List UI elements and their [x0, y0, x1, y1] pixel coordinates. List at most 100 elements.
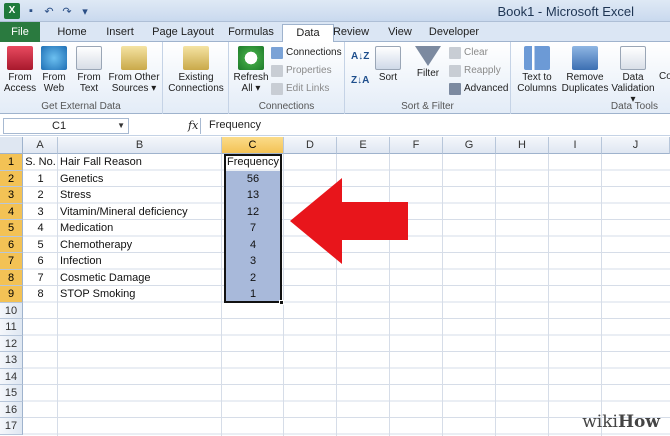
filter-button[interactable]: Filter [413, 46, 443, 79]
column-header-f[interactable]: F [390, 137, 443, 154]
row-header-16[interactable]: 16 [0, 401, 23, 418]
cell-b6[interactable]: Chemotherapy [60, 237, 220, 254]
cell-a1[interactable]: S. No. [25, 154, 56, 171]
tab-data[interactable]: Data [282, 24, 334, 43]
edit-links-button[interactable]: Edit Links [271, 82, 329, 96]
cell-a8[interactable]: 7 [25, 270, 56, 287]
text-to-columns-icon [524, 46, 550, 70]
advanced-button[interactable]: Advanced [449, 82, 508, 96]
row-header-11[interactable]: 11 [0, 319, 23, 336]
cell-a6[interactable]: 5 [25, 237, 56, 254]
tab-review[interactable]: Review [328, 24, 374, 42]
row-header-15[interactable]: 15 [0, 385, 23, 402]
column-header-j[interactable]: J [602, 137, 670, 154]
connections-button[interactable]: Connections [271, 46, 342, 60]
tab-view[interactable]: View [380, 24, 420, 42]
row-header-1[interactable]: 1 [0, 154, 23, 171]
column-header-b[interactable]: B [58, 137, 222, 154]
refresh-icon [238, 46, 264, 70]
cell-a5[interactable]: 4 [25, 220, 56, 237]
column-gridline [283, 154, 284, 436]
row-header-7[interactable]: 7 [0, 253, 23, 270]
cell-b1[interactable]: Hair Fall Reason [60, 154, 220, 171]
connections-icon [183, 46, 209, 70]
cell-a4[interactable]: 3 [25, 204, 56, 221]
column-header-h[interactable]: H [496, 137, 549, 154]
watermark-part: How [617, 412, 660, 432]
cell-b4[interactable]: Vitamin/Mineral deficiency [60, 204, 220, 221]
label: Connections [168, 83, 224, 94]
cell-b9[interactable]: STOP Smoking [60, 286, 220, 303]
row-header-6[interactable]: 6 [0, 236, 23, 253]
column-header-i[interactable]: I [549, 137, 602, 154]
text-to-columns-button[interactable]: Text to Columns [515, 46, 559, 94]
reapply-button[interactable]: Reapply [449, 64, 501, 78]
row-header-2[interactable]: 2 [0, 170, 23, 187]
cell-b7[interactable]: Infection [60, 253, 220, 270]
label: Existing [178, 72, 214, 83]
tab-insert[interactable]: Insert [100, 24, 140, 42]
column-gridline [548, 154, 549, 436]
from-other-sources-button[interactable]: From Other Sources ▾ [106, 46, 162, 94]
chevron-down-icon[interactable]: ▼ [117, 119, 125, 133]
label: All ▾ [241, 83, 261, 94]
refresh-all-button[interactable]: Refresh All ▾ [233, 46, 269, 94]
remove-duplicates-button[interactable]: Remove Duplicates [559, 46, 611, 94]
from-text-button[interactable]: From Text [72, 46, 106, 94]
existing-connections-button[interactable]: Existing Connections [167, 46, 225, 94]
name-box[interactable]: C1 ▼ [3, 118, 129, 134]
insert-function-button[interactable]: fx [188, 119, 198, 132]
fill-handle[interactable] [279, 300, 284, 305]
reapply-icon [449, 65, 461, 77]
tab-formulas[interactable]: Formulas [222, 24, 280, 42]
cell-b3[interactable]: Stress [60, 187, 220, 204]
row-header-12[interactable]: 12 [0, 335, 23, 352]
column-header-d[interactable]: D [284, 137, 337, 154]
row-header-9[interactable]: 9 [0, 286, 23, 303]
cell-b2[interactable]: Genetics [60, 171, 220, 188]
cell-a9[interactable]: 8 [25, 286, 56, 303]
sort-a-z-button[interactable]: A↓Z [351, 50, 369, 64]
cell-b5[interactable]: Medication [60, 220, 220, 237]
select-all-corner[interactable] [0, 137, 23, 154]
group-label: Get External Data [41, 101, 121, 112]
cell-a3[interactable]: 2 [25, 187, 56, 204]
row-header-3[interactable]: 3 [0, 187, 23, 204]
column-header-a[interactable]: A [23, 137, 58, 154]
arrow-shape [290, 178, 408, 264]
row-header-14[interactable]: 14 [0, 368, 23, 385]
tab-developer[interactable]: Developer [426, 24, 482, 42]
label: Text [79, 83, 99, 94]
column-header-g[interactable]: G [443, 137, 496, 154]
row-header-4[interactable]: 4 [0, 203, 23, 220]
sort-z-a-button[interactable]: Z↓A [351, 74, 369, 88]
edit-links-icon [271, 83, 283, 95]
row-header-13[interactable]: 13 [0, 352, 23, 369]
row-header-5[interactable]: 5 [0, 220, 23, 237]
properties-button[interactable]: Properties [271, 64, 332, 78]
tab-home[interactable]: Home [52, 24, 92, 42]
column-header-c[interactable]: C [222, 137, 284, 154]
row-header-10[interactable]: 10 [0, 302, 23, 319]
text-file-icon [76, 46, 102, 70]
cell-b8[interactable]: Cosmetic Damage [60, 270, 220, 287]
cell-a7[interactable]: 6 [25, 253, 56, 270]
tab-page-layout[interactable]: Page Layout [148, 24, 218, 42]
row-header-8[interactable]: 8 [0, 269, 23, 286]
ribbon-tabs: File Home Insert Page Layout Formulas Data Rev… [0, 22, 670, 43]
sort-button[interactable]: Sort [373, 46, 403, 83]
column-header-e[interactable]: E [337, 137, 390, 154]
data-validation-button[interactable]: Data Validation ▾ [611, 46, 655, 105]
row-header-17[interactable]: 17 [0, 418, 23, 435]
from-web-button[interactable]: From Web [38, 46, 70, 94]
tab-file[interactable]: File [0, 22, 40, 42]
consolidate-button[interactable]: Co [659, 70, 670, 84]
label: Clear [464, 47, 488, 58]
label: Duplicates [561, 83, 609, 94]
group-data-tools: Text to Columns Remove Duplicates Data V… [511, 42, 670, 114]
from-access-button[interactable]: From Access [3, 46, 37, 94]
formula-input[interactable]: Frequency [200, 118, 670, 134]
cell-a2[interactable]: 1 [25, 171, 56, 188]
clear-button[interactable]: Clear [449, 46, 488, 60]
label: Access [3, 83, 37, 94]
